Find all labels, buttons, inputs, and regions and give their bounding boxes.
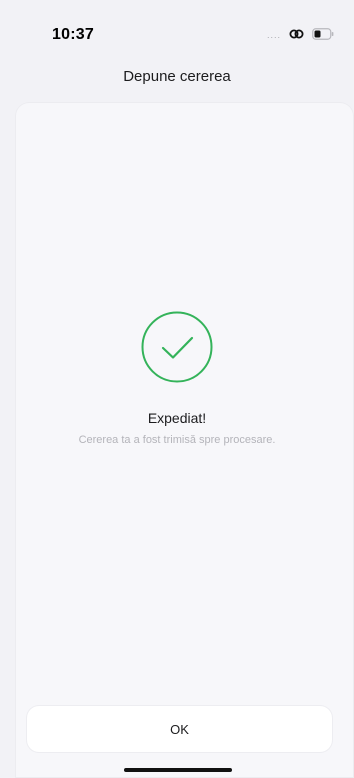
page-title: Depune cererea — [123, 68, 231, 85]
link-icon — [289, 28, 304, 40]
success-title: Expediat! — [147, 410, 207, 426]
ok-button[interactable]: OK — [27, 706, 332, 752]
checkmark-circle-icon — [141, 311, 213, 383]
home-indicator[interactable] — [124, 768, 232, 772]
success-message: Expediat! Cererea ta a fost trimisă spre… — [0, 310, 354, 446]
status-bar: 10:37 .... — [0, 0, 354, 60]
success-subtitle: Cererea ta a fost trimisă spre procesare… — [78, 434, 276, 446]
signal-icon: .... — [266, 30, 281, 40]
screen: 10:37 .... Depune cererea Expediat! Cere… — [0, 0, 354, 778]
status-time: 10:37 — [52, 26, 94, 43]
status-icons: .... — [267, 27, 334, 40]
battery-icon — [312, 27, 334, 40]
